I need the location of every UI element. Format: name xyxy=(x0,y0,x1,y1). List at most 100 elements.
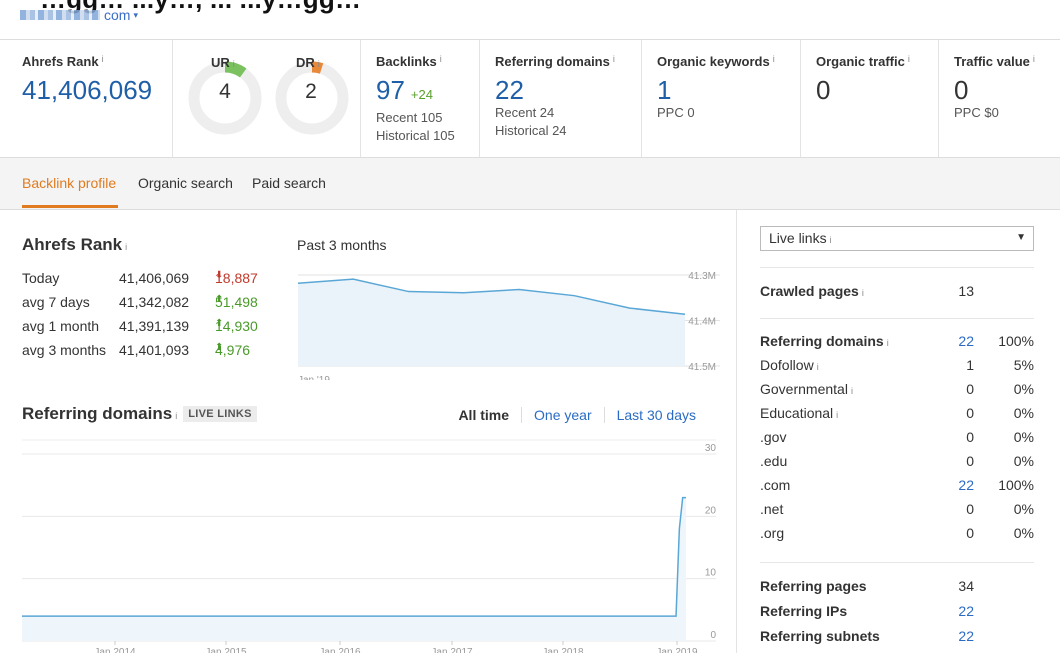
organic-keywords-ppc: PPC 0 xyxy=(657,105,695,120)
stat-row: Referring IPs 22 xyxy=(760,603,1034,625)
info-icon[interactable]: i xyxy=(102,54,104,64)
stat-value: 13 xyxy=(958,283,974,299)
stat-row: .com 22 100% xyxy=(760,477,1034,499)
rank-row-label: avg 3 months xyxy=(22,342,107,358)
info-icon[interactable]: i xyxy=(851,386,853,396)
backlinks-delta: +24 xyxy=(410,87,433,102)
info-icon[interactable]: i xyxy=(836,410,838,420)
info-icon[interactable]: i xyxy=(440,54,442,64)
rank-row-delta: 51,498 xyxy=(215,294,258,310)
stat-row: Referring domains i 22 100% xyxy=(760,333,1034,355)
rank-row: avg 1 month 41,391,139 ⬆ 14,930 xyxy=(22,318,282,342)
rank-row-value: 41,401,093 xyxy=(119,342,190,358)
stat-label: .edu xyxy=(760,453,788,469)
ahrefs-rank-chart[interactable]: 41.3M 41.4M 41.5M Jan '19 xyxy=(290,260,730,380)
organic-traffic-value: 0 xyxy=(816,75,831,105)
x-tick-label: Jan 2019 xyxy=(656,647,698,653)
domain-selector[interactable]: com ▾ xyxy=(20,7,138,23)
stat-label: Referring domains i xyxy=(760,333,889,349)
stat-percent: 0% xyxy=(1013,405,1034,421)
rank-row-value: 41,406,069 xyxy=(119,270,190,286)
refdomains-historical: Historical 24 xyxy=(495,123,567,138)
refdomains-recent: Recent 24 xyxy=(495,105,555,120)
info-icon[interactable]: i xyxy=(613,54,615,64)
header-strip: …gg… ...y…, ... ...y…gg… com ▾ xyxy=(0,0,1060,40)
ur-label: UR xyxy=(211,55,230,70)
stat-percent: 100% xyxy=(998,477,1034,493)
metric-label: Organic keywords xyxy=(657,54,770,69)
stat-label: Referring pages xyxy=(760,578,867,594)
metric-label: Traffic value xyxy=(954,54,1030,69)
refdomains-value[interactable]: 22 xyxy=(495,76,641,104)
y-tick-label: 20 xyxy=(705,505,717,516)
info-icon[interactable]: i xyxy=(233,59,235,69)
stat-value: 0 xyxy=(966,381,974,397)
stat-label: Dofollow i xyxy=(760,357,819,373)
chevron-down-icon: ▾ xyxy=(133,9,138,20)
rank-row-label: avg 1 month xyxy=(22,318,100,334)
stat-percent: 100% xyxy=(998,333,1034,349)
time-filter-group: All time One year Last 30 days xyxy=(458,407,696,423)
stat-label: Educational i xyxy=(760,405,839,421)
info-icon[interactable]: i xyxy=(175,411,177,421)
metric-traffic-value: Traffic value i 0 PPC $0 xyxy=(939,40,1060,157)
refdomains-area xyxy=(22,497,686,641)
metrics-row: Ahrefs Rank i 41,406,069 UR i 4 DR i 2 Back… xyxy=(0,39,1060,158)
rank-row-label: Today xyxy=(22,270,60,286)
metric-value[interactable]: 41,406,069 xyxy=(22,76,172,104)
info-icon[interactable]: i xyxy=(830,235,832,245)
tab-backlink-profile[interactable]: Backlink profile xyxy=(22,175,116,191)
filter-all-time[interactable]: All time xyxy=(458,407,523,423)
info-icon[interactable]: i xyxy=(318,59,320,69)
info-icon[interactable]: i xyxy=(1033,54,1035,64)
stat-label: Referring subnets xyxy=(760,628,880,644)
stat-value[interactable]: 22 xyxy=(958,603,974,619)
section-title-text: Referring domains xyxy=(22,404,173,423)
metric-backlinks: Backlinks i 97 +24 Recent 105 Historical 1… xyxy=(361,40,480,157)
info-icon[interactable]: i xyxy=(908,54,910,64)
tab-paid-search[interactable]: Paid search xyxy=(252,175,326,191)
rank-row-value: 41,391,139 xyxy=(119,318,190,334)
backlinks-historical: Historical 105 xyxy=(376,128,455,143)
stat-value[interactable]: 22 xyxy=(958,333,974,349)
backlinks-value[interactable]: 97 xyxy=(376,75,405,105)
info-icon[interactable]: i xyxy=(887,338,889,348)
section-title-text: Ahrefs Rank xyxy=(22,235,123,254)
live-links-select[interactable]: Live links i ▼ xyxy=(760,226,1034,251)
referring-domains-heading: Referring domains i LIVE LINKS xyxy=(22,404,257,424)
filter-last-30-days[interactable]: Last 30 days xyxy=(605,407,696,423)
filter-one-year[interactable]: One year xyxy=(522,407,605,423)
active-tab-indicator xyxy=(22,205,118,208)
rank-row: avg 3 months 41,401,093 ⬆ 4,976 xyxy=(22,342,282,366)
rank-row: Today 41,406,069 ⬇ 18,887 xyxy=(22,270,282,294)
info-icon[interactable]: i xyxy=(817,362,819,372)
x-tick-label: Jan 2016 xyxy=(319,647,361,653)
tab-organic-search[interactable]: Organic search xyxy=(138,175,233,191)
metric-label: Organic traffic xyxy=(816,54,905,69)
ur-value: 4 xyxy=(219,80,231,103)
ahrefs-rank-heading: Ahrefs Rank i xyxy=(22,235,127,255)
stat-value[interactable]: 22 xyxy=(958,477,974,493)
stat-row: Educational i 0 0% xyxy=(760,405,1034,427)
rank-row-delta: 4,976 xyxy=(215,342,251,358)
info-icon[interactable]: i xyxy=(773,54,775,64)
referring-domains-chart[interactable]: 30 20 10 0 Jan 2014 Jan 2015 Jan 2016 Jan 2017 J… xyxy=(0,436,737,653)
stat-label: .com xyxy=(760,477,791,493)
divider xyxy=(760,318,1034,319)
stat-label: .gov xyxy=(760,429,787,445)
info-icon[interactable]: i xyxy=(125,242,127,252)
stat-row: .net 0 0% xyxy=(760,501,1034,523)
organic-keywords-value[interactable]: 1 xyxy=(657,76,800,104)
x-tick-label: Jan 2018 xyxy=(542,647,584,653)
y-tick-label: 41.4M xyxy=(688,317,716,328)
metric-ur-dr: UR i 4 DR i 2 xyxy=(173,40,361,157)
info-icon[interactable]: i xyxy=(862,288,864,298)
traffic-value-ppc: PPC $0 xyxy=(954,105,999,120)
stat-label: Governmental i xyxy=(760,381,853,397)
stat-row: Governmental i 0 0% xyxy=(760,381,1034,403)
rank-row-delta: 18,887 xyxy=(215,270,258,286)
stat-value[interactable]: 22 xyxy=(958,628,974,644)
backlinks-recent: Recent 105 xyxy=(376,110,443,125)
stat-row: .edu 0 0% xyxy=(760,453,1034,475)
rank-area xyxy=(298,279,685,366)
